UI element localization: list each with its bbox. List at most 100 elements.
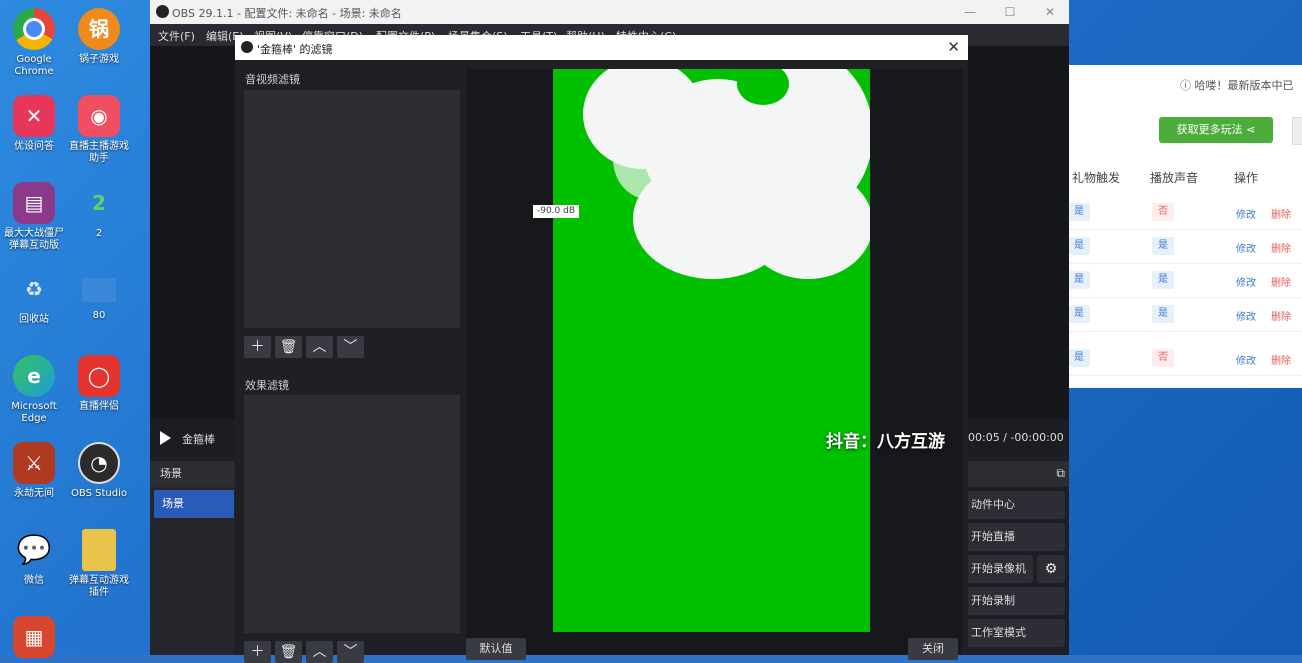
sound-chip: 是 bbox=[1152, 237, 1174, 255]
start-recording-button[interactable]: 开始录制 bbox=[965, 587, 1065, 615]
audio-video-filters-label: 音视频滤镜 bbox=[245, 73, 300, 86]
live-helper-icon: ◉ bbox=[78, 95, 120, 137]
table-row: 是 是 修改 删除 bbox=[1068, 297, 1302, 332]
dialog-title: '金箍棒' 的滤镜 bbox=[257, 43, 333, 56]
menu-file[interactable]: 文件(F) bbox=[158, 28, 195, 44]
web-app-panel: ⓘ 哈喽！最新版本中已 获取更多玩法 ⋖ 礼物触发 播放声音 操作 是 否 修改… bbox=[1068, 65, 1302, 388]
sound-chip: 否 bbox=[1152, 203, 1174, 221]
desktop-icon-wechat[interactable]: 💬 微信 bbox=[1, 529, 67, 587]
delete-link[interactable]: 删除 bbox=[1271, 308, 1291, 323]
defaults-button[interactable]: 默认值 bbox=[466, 638, 526, 660]
table-row: 是 是 修改 删除 bbox=[1068, 229, 1302, 264]
add-filter-button[interactable]: ＋ bbox=[244, 336, 271, 358]
maximize-icon[interactable]: ☐ bbox=[1000, 3, 1020, 21]
desktop-icon-winrar[interactable]: ▤ 最大大战僵尸弹幕互动版 bbox=[1, 182, 67, 252]
blank-icon bbox=[82, 278, 116, 302]
obs-logo-icon bbox=[156, 5, 169, 18]
audio-video-filter-list[interactable] bbox=[244, 90, 460, 328]
smoke-cloud bbox=[613, 119, 683, 199]
source-name: 金箍棒 bbox=[182, 433, 215, 446]
chevron-up-icon: ︿ bbox=[312, 339, 327, 355]
remove-effect-button[interactable]: 🗑 bbox=[275, 641, 302, 663]
edit-link[interactable]: 修改 bbox=[1236, 206, 1256, 221]
plus-icon: ＋ bbox=[250, 644, 265, 660]
scenes-dock: 场景 场景 bbox=[150, 461, 236, 655]
douyin-watermark: 抖音：八方互游 bbox=[826, 432, 945, 452]
obs-window-title: OBS 29.1.1 - 配置文件: 未命名 - 场景: 未命名 bbox=[172, 7, 402, 20]
desktop-icon-recycle-bin[interactable]: ♻ 回收站 bbox=[1, 268, 67, 326]
trigger-chip: 是 bbox=[1068, 237, 1090, 255]
studio-mode-button[interactable]: 工作室模式 bbox=[965, 619, 1065, 647]
gear-icon[interactable]: ⚙ bbox=[1037, 555, 1065, 583]
number-icon: 2 bbox=[92, 191, 106, 215]
desktop-icon-folder[interactable]: 弹幕互动游戏插件 bbox=[66, 529, 132, 599]
trigger-chip: 是 bbox=[1068, 203, 1090, 221]
close-icon[interactable]: ✕ bbox=[1040, 3, 1060, 21]
move-up-button[interactable]: ︿ bbox=[306, 336, 333, 358]
col-gift-trigger: 礼物触发 bbox=[1072, 171, 1121, 185]
desktop-icon-blank[interactable]: 80 bbox=[66, 268, 132, 322]
folder-icon bbox=[82, 529, 116, 571]
desktop-icon-number[interactable]: 2 2 bbox=[66, 182, 132, 240]
delete-link[interactable]: 删除 bbox=[1271, 206, 1291, 221]
recycle-bin-icon: ♻ bbox=[25, 277, 43, 301]
chevron-down-icon: ﹀ bbox=[343, 339, 358, 355]
desktop-icon-live-companion[interactable]: ◯ 直播伴侣 bbox=[66, 355, 132, 413]
delete-link[interactable]: 删除 bbox=[1271, 274, 1291, 289]
desktop-icon-app[interactable]: ▦ bbox=[1, 616, 67, 662]
video-edit-icon: ✕ bbox=[13, 95, 55, 137]
play-icon[interactable] bbox=[160, 431, 171, 445]
edit-link[interactable]: 修改 bbox=[1236, 240, 1256, 255]
dialog-title-bar: '金箍棒' 的滤镜 ✕ bbox=[235, 35, 968, 60]
virtual-camera-button[interactable]: 开始录像机 bbox=[965, 555, 1033, 583]
chevron-up-icon: ︿ bbox=[312, 644, 327, 660]
game-pot-icon: 锅 bbox=[78, 8, 120, 50]
desktop-icon-naraka[interactable]: ⚔ 永劫无间 bbox=[1, 442, 67, 500]
start-streaming-button[interactable]: 开始直播 bbox=[965, 523, 1065, 551]
obs-icon: ◔ bbox=[78, 442, 120, 484]
desktop-icon-edge[interactable]: e Microsoft Edge bbox=[1, 355, 67, 425]
get-more-button[interactable]: 获取更多玩法 ⋖ bbox=[1159, 117, 1273, 143]
table-row: 是 是 修改 删除 bbox=[1068, 263, 1302, 298]
effect-filter-list[interactable] bbox=[244, 395, 460, 633]
edit-link[interactable]: 修改 bbox=[1236, 352, 1256, 367]
col-play-sound: 播放声音 bbox=[1150, 171, 1199, 185]
move-down-button[interactable]: ﹀ bbox=[337, 336, 364, 358]
undock-icon[interactable]: ⧉ bbox=[1056, 466, 1065, 481]
close-icon[interactable]: ✕ bbox=[947, 38, 960, 56]
db-tooltip: -90.0 dB bbox=[533, 205, 579, 218]
naraka-icon: ⚔ bbox=[13, 442, 55, 484]
delete-link[interactable]: 删除 bbox=[1271, 240, 1291, 255]
minimize-icon[interactable]: — bbox=[960, 3, 980, 21]
effect-up-button[interactable]: ︿ bbox=[306, 641, 333, 663]
desktop-icon-obs[interactable]: ◔ OBS Studio bbox=[66, 442, 132, 500]
wechat-icon: 💬 bbox=[16, 533, 52, 566]
obs-logo-icon bbox=[241, 41, 253, 53]
sound-chip: 是 bbox=[1152, 305, 1174, 323]
add-effect-button[interactable]: ＋ bbox=[244, 641, 271, 663]
app-icon: ▦ bbox=[13, 616, 55, 658]
winrar-icon: ▤ bbox=[13, 182, 55, 224]
desktop-icon-video-edit[interactable]: ✕ 优设问答 bbox=[1, 95, 67, 153]
sound-chip: 否 bbox=[1152, 349, 1174, 367]
scenes-header: 场景 bbox=[150, 461, 236, 487]
desktop-icon-live-helper[interactable]: ◉ 直播主播游戏助手 bbox=[66, 95, 132, 165]
table-row: 是 否 修改 删除 bbox=[1068, 341, 1302, 376]
effect-down-button[interactable]: ﹀ bbox=[337, 641, 364, 663]
scene-item[interactable]: 场景 bbox=[154, 490, 234, 518]
remove-filter-button[interactable]: 🗑 bbox=[275, 336, 302, 358]
trigger-chip: 是 bbox=[1068, 305, 1090, 323]
plugin-center-button[interactable]: 动件中心 bbox=[965, 491, 1065, 519]
edit-link[interactable]: 修改 bbox=[1236, 308, 1256, 323]
share-icon: ⋖ bbox=[1246, 123, 1256, 136]
plus-icon: ＋ bbox=[250, 339, 265, 355]
desktop-icon-game-pot[interactable]: 锅 锅子游戏 bbox=[66, 8, 132, 66]
controls-header: ⧉ bbox=[962, 461, 1069, 487]
desktop-icon-chrome[interactable]: Google Chrome bbox=[1, 8, 67, 78]
sound-chip: 是 bbox=[1152, 271, 1174, 289]
close-button[interactable]: 关闭 bbox=[908, 638, 958, 660]
secondary-button[interactable] bbox=[1292, 117, 1302, 145]
edit-link[interactable]: 修改 bbox=[1236, 274, 1256, 289]
delete-link[interactable]: 删除 bbox=[1271, 352, 1291, 367]
col-actions: 操作 bbox=[1234, 171, 1259, 185]
